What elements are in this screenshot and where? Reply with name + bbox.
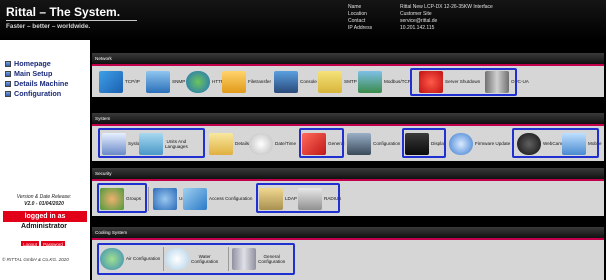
monitor-icon <box>274 71 298 93</box>
section-title: Security <box>92 168 604 179</box>
clock-icon <box>249 133 273 155</box>
section-system: System Syslog Units And Languages Details… <box>92 113 604 161</box>
item-label: Configuration <box>373 141 401 147</box>
network-item-http[interactable]: HTTP <box>186 70 224 94</box>
highlight-box <box>97 183 147 213</box>
sidebar: Homepage Main Setup Details Machine Conf… <box>0 40 88 280</box>
page: Rittal – The System. Faster – better – w… <box>0 0 606 280</box>
highlight-box <box>97 243 295 275</box>
list-icon <box>209 133 233 155</box>
brand-title: Rittal – The System. <box>6 5 121 19</box>
brand-underline <box>6 20 137 21</box>
refresh-icon <box>449 133 473 155</box>
sidebar-item-label: Homepage <box>14 59 51 68</box>
network-item-snmp[interactable]: SNMP <box>146 70 185 94</box>
info-row: IP Address 10.201.142.115 <box>348 25 493 32</box>
system-item-datetime[interactable]: Date/Time <box>249 132 296 156</box>
item-label: Details <box>235 141 250 147</box>
info-value: 10.201.142.115 <box>400 25 435 31</box>
item-label: SNMP <box>172 79 186 85</box>
details-icon <box>5 80 11 87</box>
header: Rittal – The System. Faster – better – w… <box>0 0 606 40</box>
section-security: Security Groups Users Access Configurati… <box>92 168 604 216</box>
item-label: SMTP <box>344 79 357 85</box>
section-network: Network TCP/IP SNMP HTTP Filetransfer Co… <box>92 53 604 97</box>
info-value: Customer Site <box>400 11 432 17</box>
info-key: Name <box>348 4 362 10</box>
main-content: Network TCP/IP SNMP HTTP Filetransfer Co… <box>90 40 606 280</box>
modbus-icon <box>358 71 382 93</box>
key-icon <box>183 188 207 210</box>
info-row: Location Customer Site <box>348 11 493 18</box>
version-info: Version & Date Release: V2.0 - 01/04/202… <box>0 194 88 207</box>
item-label: Access Configuration <box>209 196 253 202</box>
logged-in-banner: logged in as <box>3 211 87 222</box>
section-divider <box>92 179 604 181</box>
divider <box>148 187 149 211</box>
sidebar-item-main-setup[interactable]: Main Setup <box>5 69 52 78</box>
network-item-smtp[interactable]: SMTP <box>318 70 357 94</box>
sidebar-item-label: Details Machine <box>14 79 69 88</box>
info-key: Location <box>348 11 367 17</box>
section-title: System <box>92 113 604 124</box>
info-key: IP Address <box>348 25 373 31</box>
info-value: Rittal New LCP-DX 12-26-35KW Interface <box>400 4 493 10</box>
info-row: Name Rittal New LCP-DX 12-26-35KW Interfa… <box>348 4 493 11</box>
network-cable-icon <box>99 71 123 93</box>
logout-button[interactable]: Logout <box>20 240 40 247</box>
network-item-filetransfer[interactable]: Filetransfer <box>222 70 271 94</box>
item-label: Console <box>300 79 317 85</box>
sidebar-item-label: Main Setup <box>14 69 53 78</box>
sidebar-item-details-machine[interactable]: Details Machine <box>5 79 68 88</box>
highlight-box <box>402 128 446 158</box>
sidebar-item-label: Configuration <box>14 89 62 98</box>
section-divider <box>92 124 604 126</box>
network-item-modbus[interactable]: Modbus/TCP <box>358 70 411 94</box>
section-divider <box>92 238 604 240</box>
network-item-console[interactable]: Console <box>274 70 317 94</box>
highlight-box <box>299 128 344 158</box>
highlight-box <box>256 183 340 213</box>
password-button[interactable]: Password <box>40 240 66 247</box>
item-label: Firmware Update <box>475 141 511 147</box>
item-label: Modbus/TCP <box>384 79 411 85</box>
section-title: Cooling System <box>92 227 604 238</box>
copyright: © RITTAL GmbH & Co.KG. 2020 <box>2 257 69 262</box>
section-cooling: Cooling System Air Configuration Water Co… <box>92 227 604 280</box>
network-item-tcpip[interactable]: TCP/IP <box>99 70 140 94</box>
device-info: Name Rittal New LCP-DX 12-26-35KW Interfa… <box>348 4 493 32</box>
section-divider <box>92 64 604 66</box>
database-icon <box>146 71 170 93</box>
system-item-configuration[interactable]: Configuration <box>347 132 400 156</box>
highlight-box <box>410 68 517 96</box>
section-title: Network <box>92 53 604 64</box>
mail-icon <box>318 71 342 93</box>
configuration-icon <box>5 90 11 97</box>
sidebar-item-configuration[interactable]: Configuration <box>5 89 61 98</box>
username: Administrator <box>21 223 67 230</box>
sidebar-item-homepage[interactable]: Homepage <box>5 59 51 68</box>
info-key: Contact <box>348 18 366 24</box>
user-icon <box>153 188 177 210</box>
info-value: service@rittal.de <box>400 18 438 24</box>
info-row: Contact service@rittal.de <box>348 18 493 25</box>
highlight-box <box>512 128 599 158</box>
highlight-box <box>98 128 205 158</box>
security-item-access-configuration[interactable]: Access Configuration <box>183 187 252 211</box>
setup-icon <box>5 70 11 77</box>
globe-icon <box>186 71 210 93</box>
keyboard-icon <box>347 133 371 155</box>
item-label: Date/Time <box>275 141 297 147</box>
home-icon <box>5 60 11 67</box>
system-item-firmware-update[interactable]: Firmware Update <box>449 132 510 156</box>
version-value: V2.0 - 01/04/2020 <box>24 200 64 207</box>
item-label: TCP/IP <box>125 79 140 85</box>
system-item-details[interactable]: Details <box>209 132 249 156</box>
item-label: Filetransfer <box>248 79 271 85</box>
brand-tagline: Faster – better – worldwide. <box>6 23 91 30</box>
folder-arrows-icon <box>222 71 246 93</box>
